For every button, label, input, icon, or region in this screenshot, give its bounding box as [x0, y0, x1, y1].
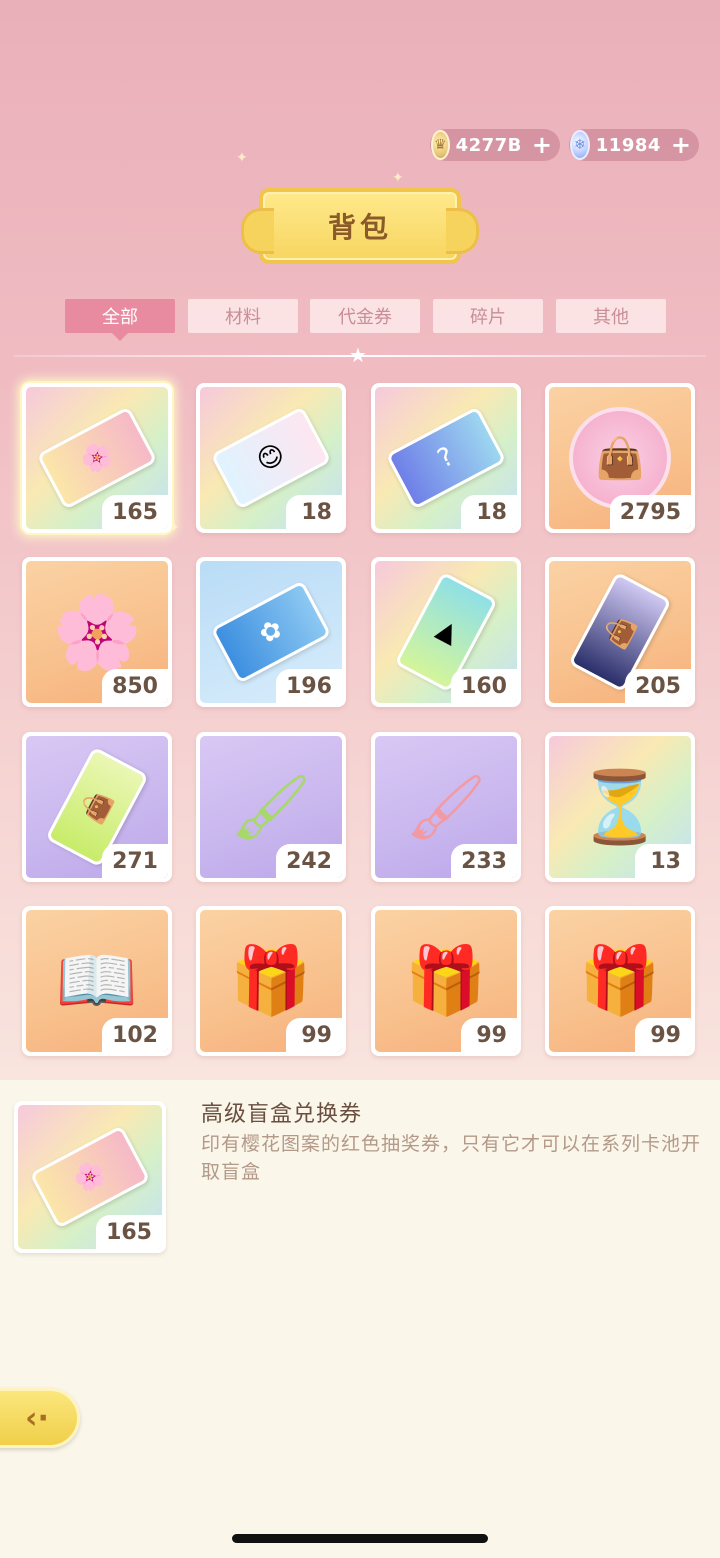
gem-icon: ❄	[570, 130, 590, 160]
premium-blind-box-ticket-icon: 🌸	[29, 1125, 151, 1229]
title-banner: 背包	[241, 188, 479, 264]
item-slot[interactable]: 👜 205	[545, 557, 695, 707]
sparkle-icon: ✦	[392, 170, 404, 186]
tab-all[interactable]: 全部	[65, 299, 175, 341]
green-paint-roller-icon: 🖌	[230, 770, 312, 845]
gift-box-icon: 🎁	[578, 942, 662, 1019]
tab-fragments[interactable]: 碎片	[433, 299, 543, 333]
item-slot[interactable]: ✿ 196	[196, 557, 346, 707]
coin-value: 4277B	[455, 134, 522, 156]
item-bg: 📖 102	[26, 910, 168, 1052]
item-slot[interactable]: ⏳ 13	[545, 732, 695, 882]
sketchbook-icon: 📖	[55, 942, 139, 1019]
item-bg: ⏳ 13	[549, 736, 691, 878]
tab-materials[interactable]: 材料	[188, 299, 298, 333]
sparkle-icon: ✦	[236, 150, 248, 166]
detail-item-thumbnail: 🌸 165	[14, 1101, 166, 1253]
item-slot[interactable]: 👜 2795	[545, 383, 695, 533]
bag-coin-icon: 👜	[569, 407, 671, 509]
item-bg: 🌸 165	[18, 1105, 162, 1249]
pink-paint-roller-icon: 🖌	[405, 770, 487, 845]
item-bg: 🌸 165	[26, 387, 168, 529]
item-bg: ? 18	[375, 387, 517, 529]
tab-label: 材料	[225, 307, 261, 328]
item-count: 18	[461, 495, 517, 529]
item-count: 13	[635, 844, 691, 878]
tab-vouchers[interactable]: 代金券	[310, 299, 420, 333]
item-count: 99	[286, 1018, 342, 1052]
item-count: 233	[451, 844, 517, 878]
item-count: 165	[102, 495, 168, 529]
back-button[interactable]: ‹·	[0, 1388, 80, 1448]
item-count: 99	[635, 1018, 691, 1052]
item-bg: 🎁 99	[549, 910, 691, 1052]
item-bg: 😊 18	[200, 387, 342, 529]
item-bg: ▶ 160	[375, 561, 517, 703]
tab-label: 碎片	[470, 307, 506, 328]
item-slot[interactable]: 👜 271	[22, 732, 172, 882]
detail-item-count: 165	[96, 1215, 162, 1249]
item-bg: 👜 205	[549, 561, 691, 703]
item-bg: 🖌 233	[375, 736, 517, 878]
item-bg: 👜 2795	[549, 387, 691, 529]
item-bg: 🎁 99	[375, 910, 517, 1052]
tab-others[interactable]: 其他	[556, 299, 666, 333]
star-icon: ★	[349, 343, 367, 367]
item-count: 99	[461, 1018, 517, 1052]
item-bg: 🌸 850	[26, 561, 168, 703]
gem-value: 11984	[595, 134, 661, 156]
item-bg: 👜 271	[26, 736, 168, 878]
coin-balance[interactable]: ♛ 4277B +	[430, 129, 560, 161]
sakura-flower-icon: 🌸	[52, 590, 142, 674]
gift-box-icon: 🎁	[404, 942, 488, 1019]
item-slot[interactable]: 🌸 165	[22, 383, 172, 533]
item-bg: 🎁 99	[200, 910, 342, 1052]
item-count: 271	[102, 844, 168, 878]
gem-balance[interactable]: ❄ 11984 +	[569, 129, 699, 161]
item-slot[interactable]: 🎁 99	[545, 906, 695, 1056]
item-count: 2795	[609, 495, 691, 529]
tab-label: 其他	[593, 307, 629, 328]
item-count: 18	[286, 495, 342, 529]
item-slot[interactable]: 🌸 850	[22, 557, 172, 707]
add-gems-icon[interactable]: +	[671, 133, 691, 157]
item-slot[interactable]: 🎁 99	[196, 906, 346, 1056]
item-count: 242	[276, 844, 342, 878]
item-slot[interactable]: 🎁 99	[371, 906, 521, 1056]
item-count: 160	[451, 669, 517, 703]
item-slot[interactable]: 🖌 242	[196, 732, 346, 882]
tab-label: 全部	[102, 307, 138, 328]
item-slot[interactable]: ▶ 160	[371, 557, 521, 707]
coin-icon: ♛	[431, 130, 450, 160]
back-arrow-icon: ‹·	[25, 1400, 49, 1436]
page-title: 背包	[327, 211, 392, 244]
item-bg: 🖌 242	[200, 736, 342, 878]
item-count: 196	[276, 669, 342, 703]
item-slot[interactable]: 🖌 233	[371, 732, 521, 882]
item-count: 102	[102, 1018, 168, 1052]
item-count: 850	[102, 669, 168, 703]
gift-box-icon: 🎁	[229, 942, 313, 1019]
tab-label: 代金券	[338, 307, 392, 328]
item-bg: ✿ 196	[200, 561, 342, 703]
home-indicator[interactable]	[232, 1534, 488, 1543]
item-slot[interactable]: 😊 18	[196, 383, 346, 533]
add-coins-icon[interactable]: +	[532, 133, 552, 157]
hourglass-icon: ⏳	[576, 766, 664, 848]
category-tabs: 全部 材料 代金券 碎片 其他	[0, 299, 720, 341]
detail-item-description: 印有樱花图案的红色抽奖券，只有它才可以在系列卡池开取盲盒	[201, 1133, 702, 1183]
item-slot[interactable]: 📖 102	[22, 906, 172, 1056]
detail-item-name: 高级盲盒兑换券	[201, 1102, 363, 1127]
item-count: 205	[625, 669, 691, 703]
item-slot[interactable]: ? 18	[371, 383, 521, 533]
